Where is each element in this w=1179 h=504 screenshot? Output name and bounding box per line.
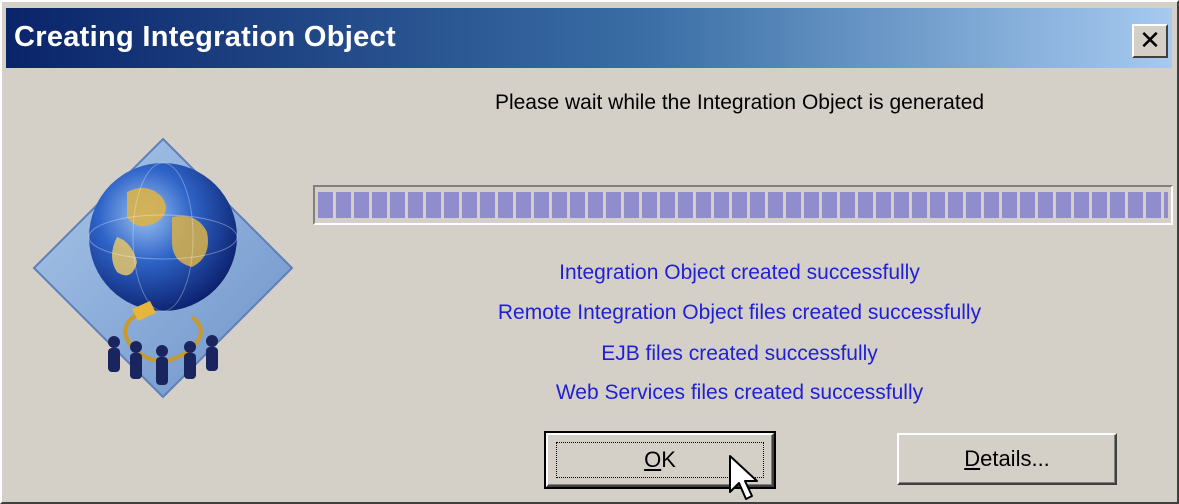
progress-bar-fill [318,192,1168,218]
status-message-integration-object: Integration Object created successfully [559,261,920,284]
close-icon: ✕ [1139,26,1161,56]
status-message-remote-files: Remote Integration Object files created … [497,301,982,324]
mouse-pointer-icon [729,455,758,500]
dialog-window: Creating Integration Object ✕ Please wai… [0,0,1179,504]
status-message-web-services: Web Services files created successfully [555,381,924,404]
progress-bar [313,185,1173,225]
close-button[interactable]: ✕ [1132,24,1168,58]
details-button[interactable]: Details... [897,433,1117,485]
mnemonic-letter: D [964,446,981,471]
wait-message: Please wait while the Integration Object… [494,91,985,114]
dialog-title: Creating Integration Object [14,21,396,53]
details-button-label: Details... [964,446,1050,471]
status-message-ejb-files: EJB files created successfully [601,342,878,365]
title-bar[interactable]: Creating Integration Object ✕ [6,8,1172,68]
globe-diamond-icon [32,137,294,399]
